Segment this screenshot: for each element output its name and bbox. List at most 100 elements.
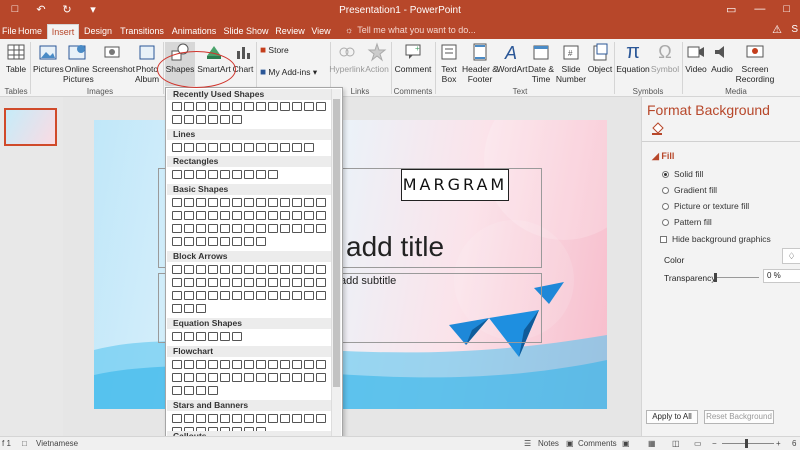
restore-icon[interactable]: □	[783, 3, 790, 16]
fill-header[interactable]: ◢ Fill	[652, 151, 674, 162]
photo-album-button[interactable]: Photo Album	[132, 42, 162, 84]
transparency-label: Transparency	[664, 273, 716, 283]
title-placeholder-text[interactable]: add title	[346, 231, 444, 263]
color-picker-button[interactable]: ♢	[782, 248, 800, 264]
tab-home[interactable]: Home	[16, 24, 44, 39]
option-gradient-fill[interactable]: Gradient fill	[662, 185, 717, 195]
proofing-icon[interactable]: □	[22, 439, 27, 448]
subtitle-placeholder-text[interactable]: add subtitle	[340, 275, 396, 287]
action-button[interactable]: Action	[364, 42, 390, 74]
zoom-out-icon[interactable]: −	[712, 439, 717, 448]
screen-recording-button[interactable]: Screen Recording	[735, 42, 775, 84]
paint-bucket-icon[interactable]	[650, 122, 664, 136]
slider-knob[interactable]	[714, 273, 717, 282]
pictures-button[interactable]: Pictures	[33, 42, 64, 74]
tell-me-box[interactable]: ☼ Tell me what you want to do...	[345, 25, 476, 35]
slide-sorter-icon[interactable]: ▦	[648, 439, 656, 448]
object-button[interactable]: Object	[587, 42, 613, 74]
minimize-icon[interactable]: —	[754, 3, 765, 16]
gallery-scrollbar[interactable]	[331, 89, 341, 442]
language-label[interactable]: Vietnamese	[36, 439, 78, 448]
my-addins-button[interactable]: ■ My Add-ins ▾	[260, 67, 330, 78]
shapes-row[interactable]	[172, 115, 332, 125]
zoom-slider[interactable]	[722, 443, 774, 444]
slide-number-button[interactable]: # Slide Number	[555, 42, 587, 84]
ribbon-tabs: File Home Insert Design Transitions Anim…	[0, 22, 800, 39]
tab-review[interactable]: Review	[274, 24, 306, 39]
section-recently-used: Recently Used Shapes	[167, 89, 331, 100]
text-box-button[interactable]: Text Box	[437, 42, 461, 84]
comments-button[interactable]: Comments	[578, 439, 617, 448]
notes-button[interactable]: Notes	[538, 439, 559, 448]
shapes-row[interactable]	[172, 224, 332, 234]
share-label[interactable]: S	[791, 24, 798, 35]
symbol-button[interactable]: Ω Symbol	[650, 42, 680, 74]
slideshow-icon[interactable]: ▭	[694, 439, 702, 448]
scrollbar-thumb[interactable]	[333, 99, 340, 387]
shapes-row[interactable]	[172, 360, 332, 370]
screenshot-button[interactable]: Screenshot	[92, 42, 135, 74]
shapes-row[interactable]	[172, 265, 332, 275]
radio-icon	[662, 203, 669, 210]
shapes-row[interactable]	[172, 170, 332, 180]
hide-graphics-checkbox[interactable]: Hide background graphics	[660, 234, 771, 244]
equation-button[interactable]: π Equation	[616, 42, 650, 74]
tab-slide-show[interactable]: Slide Show	[222, 24, 270, 39]
omega-icon: Ω	[658, 42, 672, 62]
zoom-knob[interactable]	[745, 439, 748, 448]
normal-view-icon[interactable]: ▣	[622, 439, 630, 448]
shapes-row[interactable]	[172, 304, 332, 314]
option-solid-fill[interactable]: Solid fill	[662, 169, 703, 179]
shapes-row[interactable]	[172, 278, 332, 288]
shapes-row[interactable]	[172, 143, 332, 153]
hyperlink-icon	[337, 42, 357, 62]
pi-icon: π	[626, 41, 640, 63]
svg-text:+: +	[415, 44, 420, 53]
comments-icon[interactable]: ▣	[566, 439, 574, 448]
transparency-slider[interactable]	[714, 273, 759, 282]
shapes-row[interactable]	[172, 386, 332, 396]
shapes-row[interactable]	[172, 198, 332, 208]
tab-view[interactable]: View	[308, 24, 334, 39]
shapes-row[interactable]	[172, 237, 332, 247]
option-picture-fill[interactable]: Picture or texture fill	[662, 201, 749, 211]
hyperlink-button[interactable]: Hyperlink	[329, 42, 365, 74]
reset-background-button[interactable]: Reset Background	[704, 410, 774, 424]
tab-file[interactable]: File	[2, 24, 17, 39]
zoom-in-icon[interactable]: +	[776, 439, 781, 448]
shapes-row[interactable]	[172, 211, 332, 221]
wordart-button[interactable]: A WordArt	[496, 42, 528, 74]
shapes-row[interactable]	[172, 332, 332, 342]
section-lines: Lines	[167, 129, 331, 140]
ribbon-insert: Table Pictures Online Pictures Screensho…	[0, 39, 800, 97]
slide-thumbnail[interactable]	[4, 108, 57, 146]
tab-transitions[interactable]: Transitions	[118, 24, 166, 39]
online-pictures-button[interactable]: Online Pictures	[63, 42, 94, 84]
header-footer-button[interactable]: Header & Footer	[461, 42, 499, 84]
tab-insert[interactable]: Insert	[47, 24, 79, 39]
apply-to-all-button[interactable]: Apply to All	[646, 410, 698, 424]
shapes-row[interactable]	[172, 291, 332, 301]
store-button[interactable]: ■ Store	[260, 45, 310, 56]
zoom-level[interactable]: 6	[792, 439, 796, 448]
video-button[interactable]: Video	[683, 42, 709, 74]
tab-animations[interactable]: Animations	[170, 24, 218, 39]
shapes-row[interactable]	[172, 414, 332, 424]
table-button[interactable]: Table	[4, 42, 28, 74]
comment-button[interactable]: + Comment	[393, 42, 433, 74]
radio-icon	[662, 187, 669, 194]
transparency-input[interactable]: 0 %	[763, 269, 800, 283]
date-time-button[interactable]: Date & Time	[527, 42, 555, 84]
shapes-row[interactable]	[172, 102, 332, 112]
ribbon-options-icon[interactable]: ▭	[726, 3, 736, 16]
shapes-row[interactable]	[172, 373, 332, 383]
color-label: Color	[664, 255, 685, 265]
reading-view-icon[interactable]: ◫	[672, 439, 680, 448]
audio-button[interactable]: Audio	[709, 42, 735, 74]
notes-icon[interactable]: ☰	[524, 439, 531, 448]
radio-icon	[662, 219, 669, 226]
tab-design[interactable]: Design	[82, 24, 114, 39]
warning-icon[interactable]: ⚠	[772, 23, 782, 36]
shapes-gallery: Recently Used Shapes Lines Rectangles Ba…	[165, 87, 343, 444]
option-pattern-fill[interactable]: Pattern fill	[662, 217, 712, 227]
